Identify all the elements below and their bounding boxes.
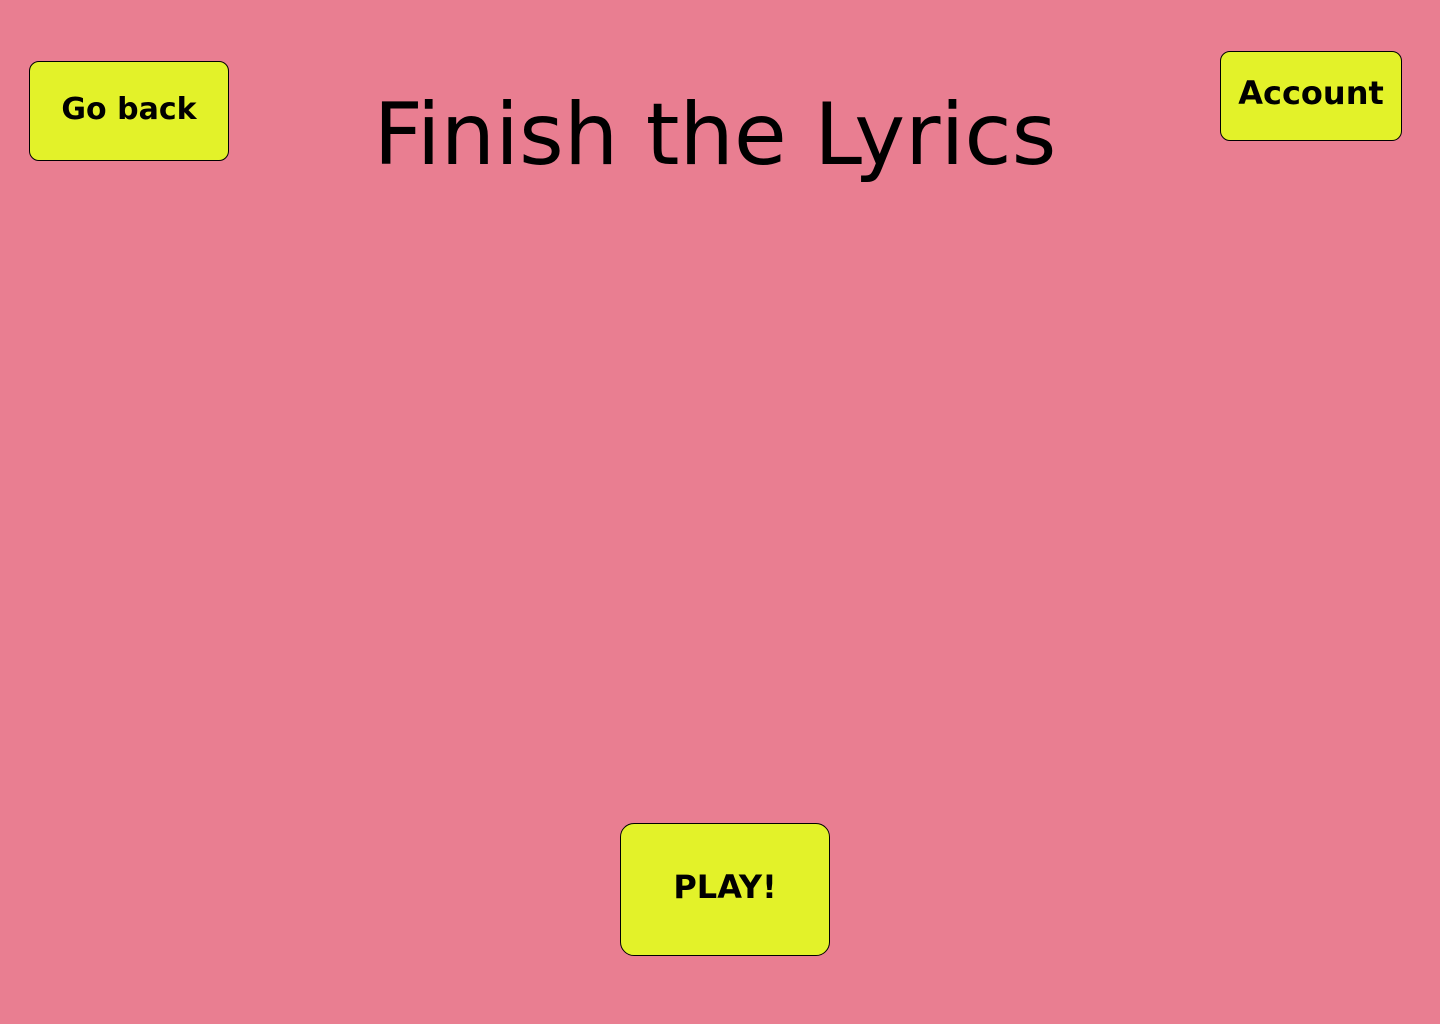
play-button[interactable]: PLAY! — [620, 823, 830, 956]
account-button[interactable]: Account — [1220, 51, 1402, 141]
page-title: Finish the Lyrics — [373, 85, 1057, 185]
go-back-button[interactable]: Go back — [29, 61, 229, 161]
